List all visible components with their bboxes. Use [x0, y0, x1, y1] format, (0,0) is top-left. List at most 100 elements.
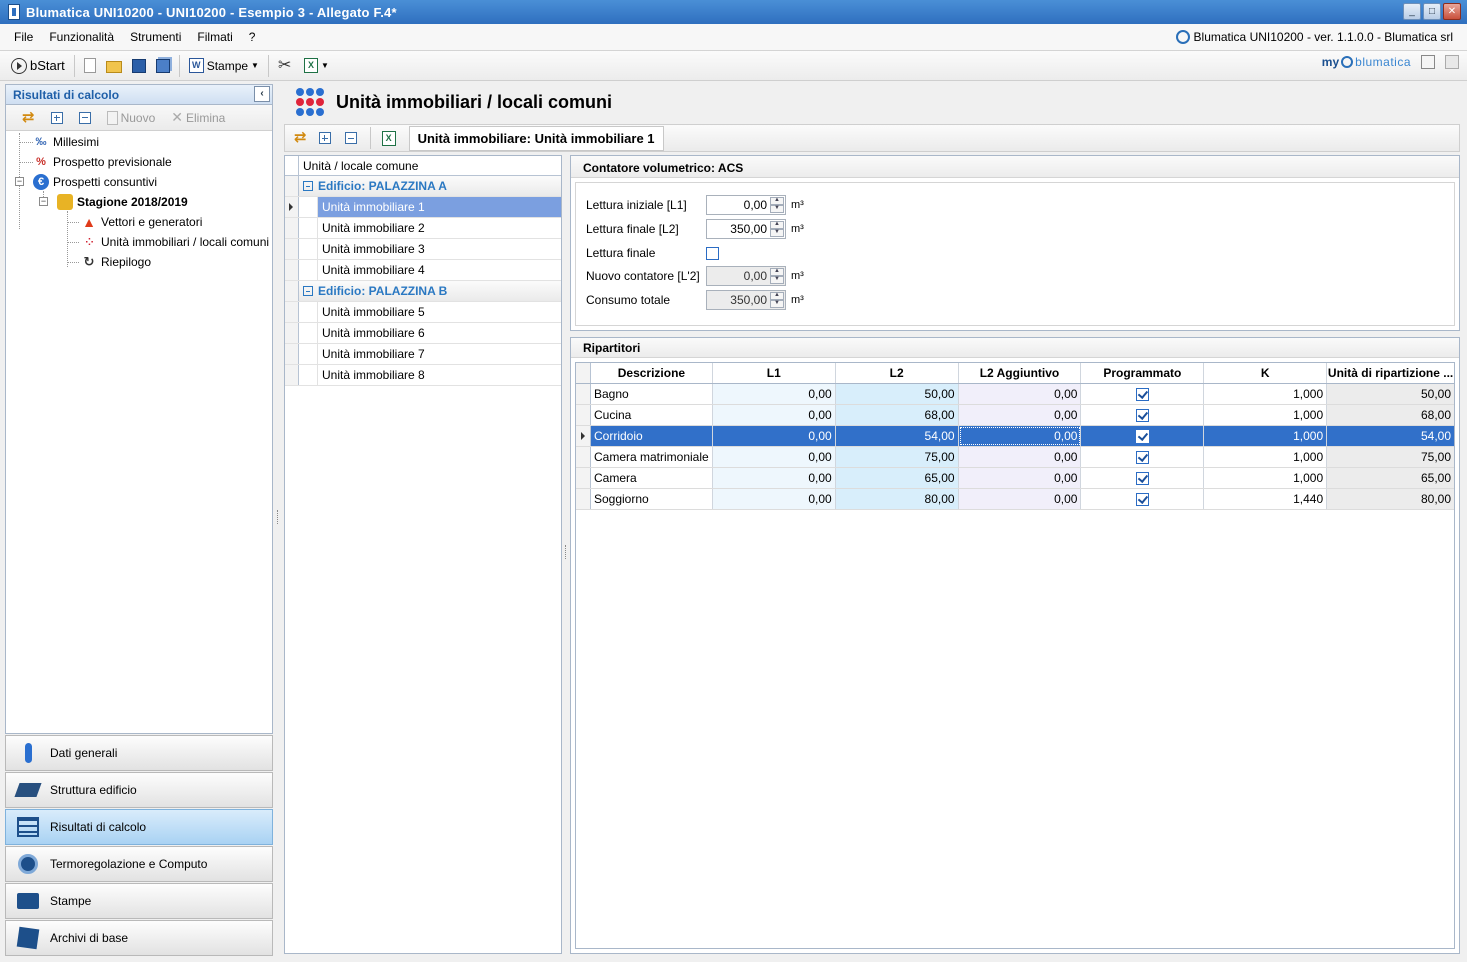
nuovo-button[interactable]: Nuovo — [101, 110, 162, 125]
cell-k[interactable]: 1,000 — [1204, 426, 1328, 446]
row-selector[interactable] — [285, 239, 299, 259]
collapse-all-button[interactable] — [73, 111, 97, 124]
tools-button[interactable]: ✂ — [273, 55, 299, 77]
cell-k[interactable]: 1,000 — [1204, 405, 1328, 425]
row-selector[interactable] — [576, 384, 591, 404]
cell-l2[interactable]: 68,00 — [835, 405, 959, 425]
menu-file[interactable]: File — [6, 30, 41, 44]
cell-l1[interactable]: 0,00 — [712, 468, 836, 488]
column-header[interactable]: Programmato — [1081, 363, 1205, 383]
group-collapse-icon[interactable] — [303, 181, 313, 191]
maximize-button[interactable]: □ — [1423, 3, 1441, 20]
column-header[interactable]: L2 Aggiuntivo — [958, 363, 1082, 383]
tree-item-prospetto-previsionale[interactable]: % Prospetto previsionale — [33, 152, 172, 172]
cell-l2[interactable]: 65,00 — [835, 468, 959, 488]
tree-item-stagione[interactable]: Stagione 2018/2019 — [57, 192, 188, 212]
nav-dati-generali[interactable]: Dati generali — [5, 735, 273, 771]
table-row[interactable]: Camera 0,00 65,00 0,00 1,000 65,00 — [576, 468, 1454, 489]
row-selector[interactable] — [285, 323, 299, 343]
table-row[interactable]: Cucina 0,00 68,00 0,00 1,000 68,00 — [576, 405, 1454, 426]
tree-item-prospetti-consuntivi[interactable]: € Prospetti consuntivi — [33, 172, 157, 192]
spinner[interactable]: ▲ ▼ — [770, 221, 784, 237]
menu-help[interactable]: ? — [241, 30, 264, 44]
tree-item-millesimi[interactable]: ‰ Millesimi — [33, 132, 100, 152]
myblumatica-logo[interactable]: my blumatica — [1322, 55, 1411, 69]
tree-item-riepilogo[interactable]: ↻ Riepilogo — [81, 252, 152, 272]
minimize-button[interactable]: _ — [1403, 3, 1421, 20]
cell-descrizione[interactable]: Cucina — [591, 405, 713, 425]
lettura-iniziale-input[interactable]: 0,00 ▲ ▼ — [706, 195, 786, 215]
open-button[interactable] — [101, 55, 127, 77]
group-collapse-icon[interactable] — [303, 286, 313, 296]
menu-strumenti[interactable]: Strumenti — [122, 30, 189, 44]
save-all-button[interactable] — [151, 55, 175, 77]
table-row[interactable]: Corridoio 0,00 54,00 0,00 1,000 54,00 — [576, 426, 1454, 447]
group-row[interactable]: Edificio: PALAZZINA A — [285, 176, 561, 197]
row-selector[interactable] — [285, 176, 299, 196]
cell-l2-aggiuntivo[interactable]: 0,00 — [958, 426, 1082, 446]
cell-l2-aggiuntivo[interactable]: 0,00 — [958, 468, 1082, 488]
list-item[interactable]: Unità immobiliare 6 — [285, 323, 561, 344]
list-item[interactable]: Unità immobiliare 7 — [285, 344, 561, 365]
row-selector[interactable] — [576, 447, 591, 467]
cell-k[interactable]: 1,000 — [1204, 468, 1328, 488]
table-row[interactable]: Camera matrimoniale 0,00 75,00 0,00 1,000 75,… — [576, 447, 1454, 468]
nav-stampe[interactable]: Stampe — [5, 883, 273, 919]
vertical-splitter[interactable] — [277, 510, 280, 524]
collapse-panel-button[interactable]: ‹ — [254, 86, 270, 102]
programmato-checkbox[interactable] — [1135, 450, 1149, 464]
column-header[interactable]: L1 — [712, 363, 836, 383]
cell-l2-aggiuntivo[interactable]: 0,00 — [958, 447, 1082, 467]
table-row[interactable]: Soggiorno 0,00 80,00 0,00 1,440 80,00 — [576, 489, 1454, 510]
list-item[interactable]: Unità immobiliare 2 — [285, 218, 561, 239]
row-selector[interactable] — [285, 344, 299, 364]
cell-l2-aggiuntivo[interactable]: 0,00 — [958, 489, 1082, 509]
cell-l2[interactable]: 50,00 — [835, 384, 959, 404]
list-item[interactable]: Unità immobiliare 5 — [285, 302, 561, 323]
bstart-button[interactable]: bStart — [6, 55, 70, 77]
programmato-checkbox[interactable] — [1135, 387, 1149, 401]
nav-termoregolazione[interactable]: Termoregolazione e Computo — [5, 846, 273, 882]
nav-archivi[interactable]: Archivi di base — [5, 920, 273, 956]
row-selector[interactable] — [285, 218, 299, 238]
column-header[interactable]: Descrizione — [590, 363, 713, 383]
row-selector[interactable] — [285, 281, 299, 301]
column-header[interactable]: L2 — [835, 363, 959, 383]
cell-descrizione[interactable]: Camera — [591, 468, 713, 488]
cell-k[interactable]: 1,440 — [1204, 489, 1328, 509]
cell-descrizione[interactable]: Soggiorno — [591, 489, 713, 509]
vertical-splitter[interactable] — [565, 545, 568, 559]
expand-all-button[interactable] — [45, 111, 69, 124]
programmato-checkbox[interactable] — [1135, 471, 1149, 485]
cell-l1[interactable]: 0,00 — [712, 426, 836, 446]
column-header[interactable]: Unità / locale comune — [299, 159, 418, 173]
table-row[interactable]: Bagno 0,00 50,00 0,00 1,000 50,00 — [576, 384, 1454, 405]
refresh-button[interactable]: ⇄ — [291, 130, 310, 146]
lettura-finale-input[interactable]: 350,00 ▲ ▼ — [706, 219, 786, 239]
spin-up-icon[interactable]: ▲ — [770, 197, 784, 205]
nav-risultati-calcolo[interactable]: Risultati di calcolo — [5, 809, 273, 845]
user-account-icon[interactable] — [1421, 55, 1435, 69]
group-row[interactable]: Edificio: PALAZZINA B — [285, 281, 561, 302]
column-header[interactable]: Unità di ripartizione ... — [1327, 363, 1454, 383]
tree-item-vettori[interactable]: ▲ Vettori e generatori — [81, 212, 202, 232]
cell-l2[interactable]: 54,00 — [835, 426, 959, 446]
save-button[interactable] — [127, 55, 151, 77]
cell-l1[interactable]: 0,00 — [712, 405, 836, 425]
spinner[interactable]: ▲ ▼ — [770, 197, 784, 213]
cell-l2-aggiuntivo[interactable]: 0,00 — [958, 384, 1082, 404]
cell-descrizione[interactable]: Corridoio — [590, 426, 713, 446]
row-selector[interactable] — [576, 468, 591, 488]
cell-k[interactable]: 1,000 — [1204, 384, 1328, 404]
list-item[interactable]: Unità immobiliare 3 — [285, 239, 561, 260]
row-selector[interactable] — [576, 489, 591, 509]
programmato-checkbox[interactable] — [1135, 408, 1149, 422]
refresh-button[interactable]: ⇄ — [16, 109, 41, 126]
menu-funzionalita[interactable]: Funzionalità — [41, 30, 122, 44]
list-item[interactable]: Unità immobiliare 4 — [285, 260, 561, 281]
row-selector[interactable] — [576, 426, 591, 446]
menu-filmati[interactable]: Filmati — [189, 30, 240, 44]
spin-up-icon[interactable]: ▲ — [770, 221, 784, 229]
row-selector[interactable] — [576, 405, 591, 425]
cell-l2[interactable]: 80,00 — [835, 489, 959, 509]
